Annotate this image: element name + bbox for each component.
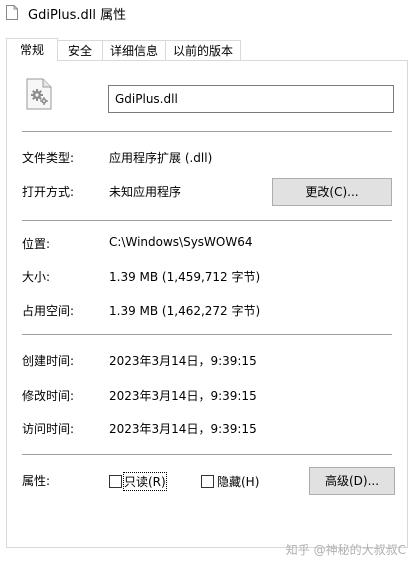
size-value: 1.39 MB (1,459,712 字节): [109, 270, 261, 284]
tab-previous-versions[interactable]: 以前的版本: [165, 40, 241, 60]
separator: [22, 131, 392, 132]
size-label: 大小:: [22, 270, 51, 284]
opens-with-value: 未知应用程序: [109, 185, 182, 199]
change-button[interactable]: 更改(C)...: [272, 178, 392, 206]
size-on-disk-value: 1.39 MB (1,462,272 字节): [109, 304, 261, 318]
watermark: 知乎 @神秘的大叔叔C: [285, 543, 406, 557]
file-type-value: 应用程序扩展 (.dll): [109, 151, 213, 165]
hidden-checkbox[interactable]: [201, 475, 214, 488]
advanced-button[interactable]: 高级(D)...: [309, 467, 395, 495]
separator: [22, 220, 392, 221]
accessed-label: 访问时间:: [22, 422, 75, 436]
dll-file-gear-icon: [26, 78, 52, 110]
location-value: C:\Windows\SysWOW64: [109, 235, 253, 249]
readonly-label[interactable]: 只读(R): [123, 472, 167, 491]
size-on-disk-label: 占用空间:: [22, 304, 75, 318]
tab-strip: 常规 安全 详细信息 以前的版本: [6, 38, 408, 61]
modified-label: 修改时间:: [22, 389, 75, 403]
created-value: 2023年3月14日，9:39:15: [109, 354, 257, 368]
tab-security[interactable]: 安全: [57, 40, 103, 60]
tab-details[interactable]: 详细信息: [102, 40, 166, 60]
accessed-value: 2023年3月14日，9:39:15: [109, 422, 257, 436]
modified-value: 2023年3月14日，9:39:15: [109, 389, 257, 403]
attributes-label: 属性:: [22, 474, 51, 488]
readonly-checkbox[interactable]: [109, 475, 122, 488]
separator: [22, 454, 392, 455]
file-name-input[interactable]: GdiPlus.dll: [108, 85, 394, 113]
hidden-label[interactable]: 隐藏(H): [217, 473, 259, 490]
file-icon: [6, 5, 18, 20]
window-title: GdiPlus.dll 属性: [28, 8, 127, 23]
separator: [22, 334, 392, 335]
location-label: 位置:: [22, 237, 51, 251]
tab-general[interactable]: 常规: [6, 38, 58, 61]
title-bar[interactable]: GdiPlus.dll 属性: [0, 0, 414, 26]
created-label: 创建时间:: [22, 354, 75, 368]
opens-with-label: 打开方式:: [22, 185, 75, 199]
file-type-label: 文件类型:: [22, 151, 75, 165]
